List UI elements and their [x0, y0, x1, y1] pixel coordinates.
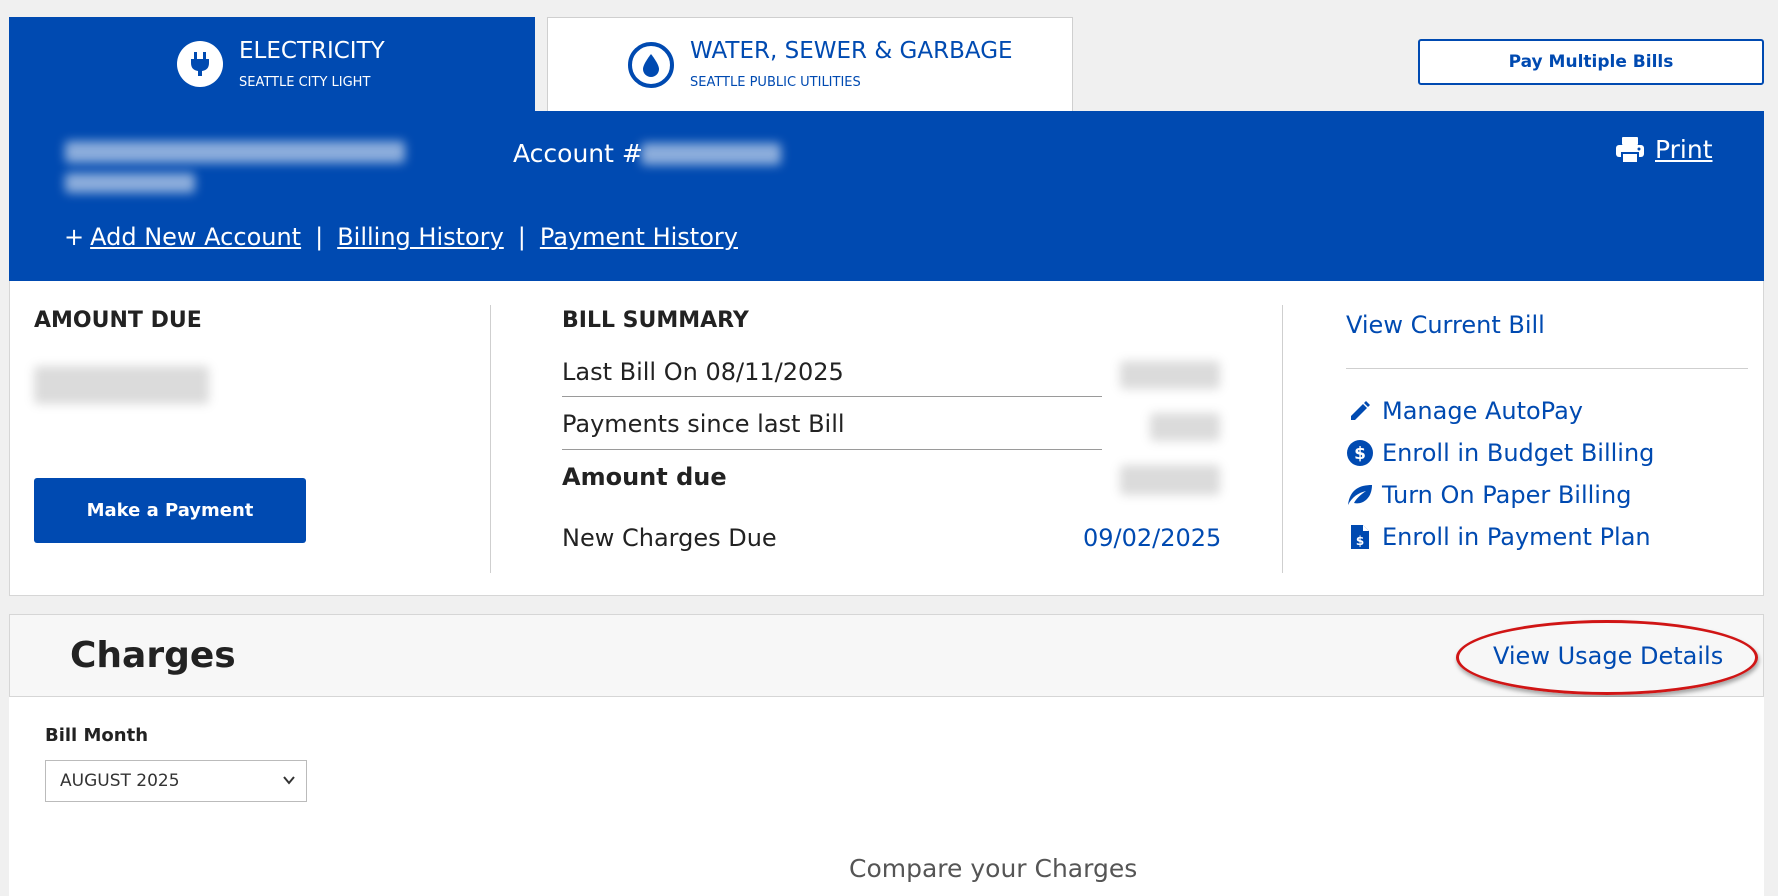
budget-billing-link[interactable]: $ Enroll in Budget Billing	[1346, 439, 1654, 467]
chevron-down-icon	[282, 772, 296, 792]
billing-history-link[interactable]: Billing History	[337, 223, 504, 251]
service-address-redacted	[65, 141, 405, 163]
paper-billing-link[interactable]: Turn On Paper Billing	[1346, 481, 1631, 509]
print-link[interactable]: Print	[1615, 135, 1713, 164]
last-bill-amount-redacted	[1120, 361, 1220, 389]
view-current-bill-link[interactable]: View Current Bill	[1346, 311, 1545, 339]
bill-month-label: Bill Month	[45, 725, 149, 746]
charges-title: Charges	[70, 635, 236, 676]
make-payment-button[interactable]: Make a Payment	[34, 478, 306, 543]
paper-billing-label: Turn On Paper Billing	[1382, 481, 1632, 509]
charges-header: Charges View Usage Details	[9, 614, 1764, 697]
charges-body: Bill Month AUGUST 2025 Compare your Char…	[9, 697, 1764, 896]
dollar-circle-icon: $	[1346, 440, 1374, 466]
payment-plan-label: Enroll in Payment Plan	[1382, 523, 1651, 551]
divider	[1282, 305, 1283, 573]
account-links: + Add New Account | Billing History | Pa…	[64, 223, 738, 251]
printer-icon	[1616, 136, 1644, 164]
divider	[490, 305, 491, 573]
tab-water-subtitle: SEATTLE PUBLIC UTILITIES	[690, 75, 861, 90]
bill-month-value: AUGUST 2025	[60, 771, 180, 791]
view-usage-details-link[interactable]: View Usage Details	[1493, 642, 1723, 670]
payment-history-link[interactable]: Payment History	[540, 223, 738, 251]
payments-since-label: Payments since last Bill	[562, 410, 845, 438]
last-bill-label: Last Bill On 08/11/2025	[562, 358, 844, 386]
link-separator: |	[315, 223, 324, 251]
invoice-dollar-icon: $	[1346, 524, 1374, 550]
budget-billing-label: Enroll in Budget Billing	[1382, 439, 1655, 467]
payment-plan-link[interactable]: $ Enroll in Payment Plan	[1346, 523, 1651, 551]
add-new-account-link[interactable]: Add New Account	[90, 223, 301, 251]
payments-amount-redacted	[1150, 413, 1220, 441]
tab-electricity-title: ELECTRICITY	[239, 37, 385, 64]
svg-text:$: $	[1354, 444, 1366, 464]
tab-electricity[interactable]: ELECTRICITY SEATTLE CITY LIGHT	[9, 17, 535, 111]
service-address-line2-redacted	[65, 173, 195, 193]
account-number-redacted	[641, 143, 781, 165]
compare-charges-heading: Compare your Charges	[849, 854, 1138, 883]
row-divider	[562, 449, 1102, 450]
svg-text:$: $	[1356, 534, 1364, 548]
plug-icon	[177, 41, 223, 87]
bill-summary-heading: BILL SUMMARY	[562, 308, 749, 333]
row-divider	[562, 396, 1102, 397]
manage-autopay-link[interactable]: Manage AutoPay	[1346, 397, 1583, 425]
amount-due-label: Amount due	[562, 463, 727, 491]
add-prefix: +	[64, 223, 85, 251]
pay-multiple-bills-button[interactable]: Pay Multiple Bills	[1418, 39, 1764, 85]
tab-water-sewer-garbage[interactable]: WATER, SEWER & GARBAGE SEATTLE PUBLIC UT…	[547, 17, 1073, 111]
link-separator: |	[517, 223, 526, 251]
bill-month-select[interactable]: AUGUST 2025	[45, 760, 307, 802]
new-charges-due-label: New Charges Due	[562, 524, 777, 552]
tab-water-title: WATER, SEWER & GARBAGE	[690, 38, 1013, 64]
tab-electricity-subtitle: SEATTLE CITY LIGHT	[239, 74, 371, 90]
amount-due-total-redacted	[1120, 465, 1220, 495]
print-label: Print	[1655, 135, 1713, 164]
leaf-icon	[1346, 483, 1374, 507]
amount-due-value-redacted	[34, 366, 209, 404]
amount-due-heading: AMOUNT DUE	[34, 308, 202, 333]
account-header: Account # Print + Add New Account | Bill…	[9, 111, 1764, 281]
manage-autopay-label: Manage AutoPay	[1382, 397, 1583, 425]
account-number-label: Account #	[513, 139, 643, 168]
action-divider	[1346, 368, 1748, 369]
water-drop-icon	[628, 41, 674, 88]
pencil-icon	[1346, 399, 1374, 423]
bill-summary-panel: AMOUNT DUE Make a Payment BILL SUMMARY L…	[9, 281, 1764, 596]
new-charges-due-date: 09/02/2025	[1083, 524, 1222, 552]
